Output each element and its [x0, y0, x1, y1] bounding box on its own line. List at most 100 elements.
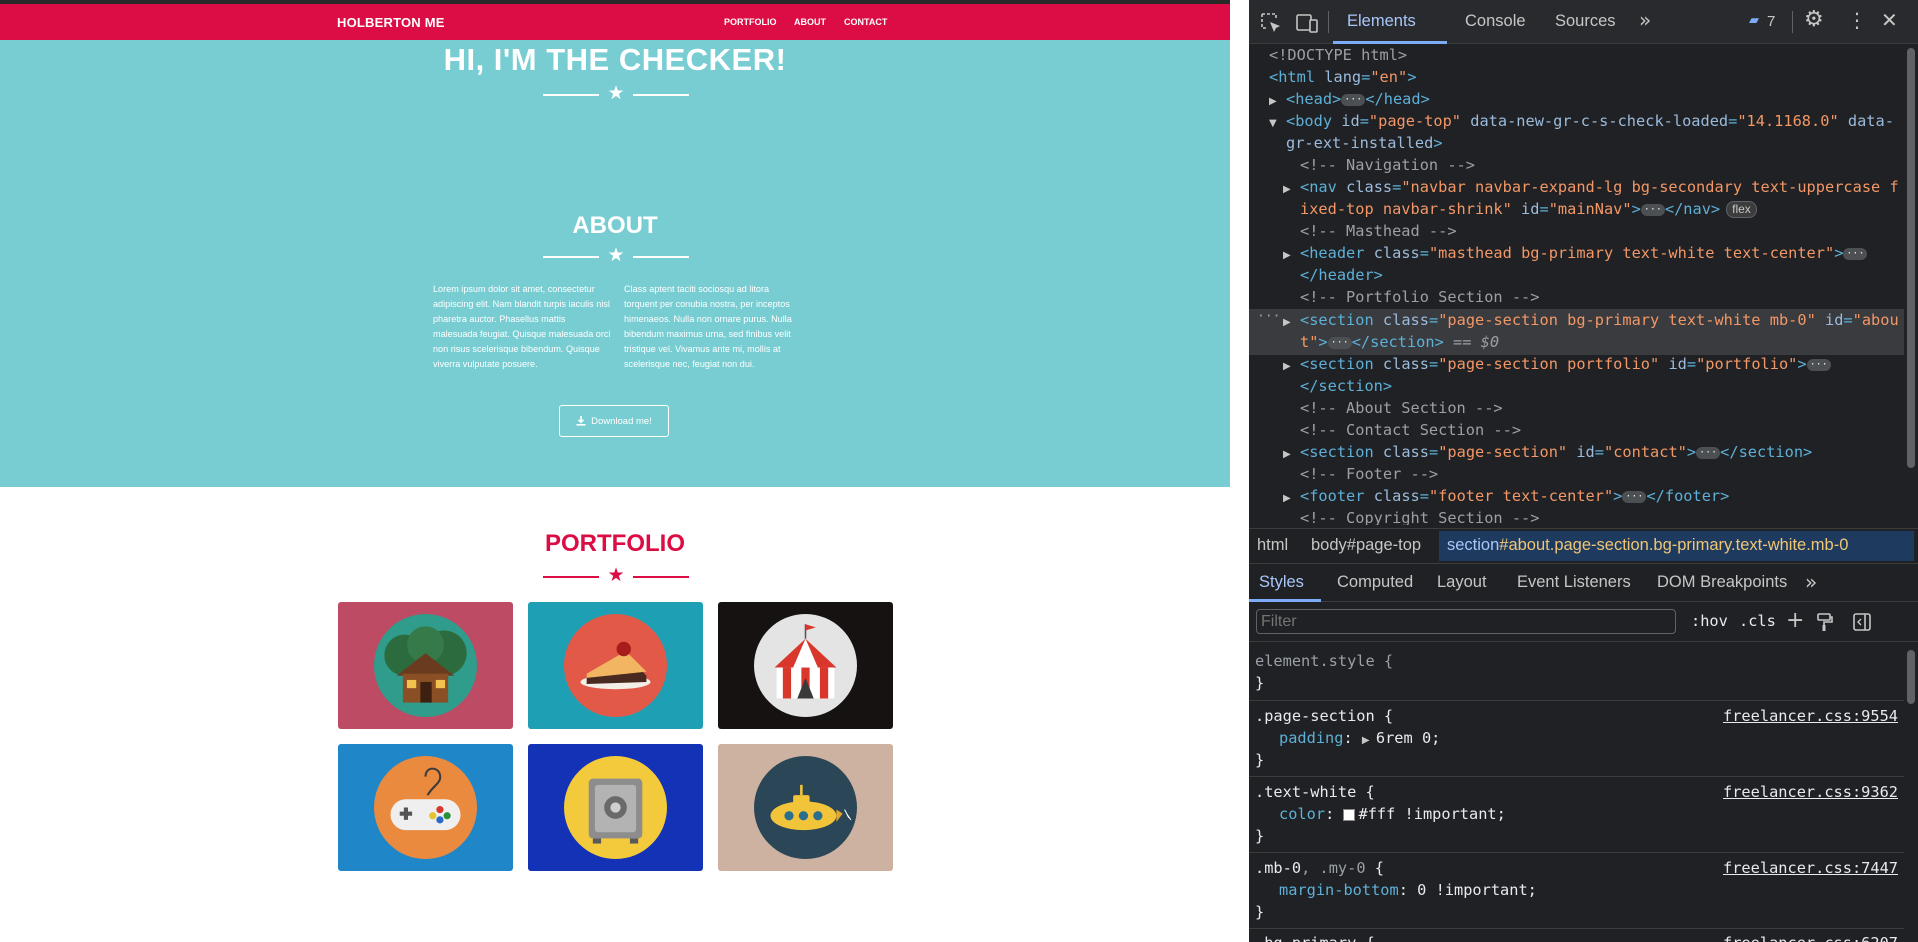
dom-line-doctype[interactable]: <!DOCTYPE html>	[1249, 44, 1904, 66]
rule-source-link[interactable]: freelancer.css:9554	[1723, 705, 1898, 727]
about-section: HI, I'M THE CHECKER! ★ ABOUT ★ Lorem ips…	[0, 40, 1230, 487]
dom-line-header-close[interactable]: </header>	[1249, 264, 1904, 286]
subtab-event-listeners[interactable]: Event Listeners	[1517, 573, 1631, 592]
portfolio-item-cabin[interactable]	[338, 602, 513, 729]
styles-pane-scrollbar-thumb[interactable]	[1907, 650, 1915, 704]
color-swatch[interactable]	[1343, 808, 1356, 821]
rule-bg-primary-selector[interactable]: .bg-primary {	[1255, 932, 1375, 942]
sidebar-toggle-icon[interactable]	[1852, 612, 1872, 632]
dom-line-head[interactable]: ▶ <head> ··· </head>	[1249, 88, 1904, 110]
dom-line-header[interactable]: ▶ <header class="masthead bg-primary text…	[1249, 242, 1904, 264]
ellipsis-icon[interactable]: ···	[1640, 203, 1665, 216]
rule-mb-0-selector[interactable]: .mb-0, .my-0 {	[1255, 857, 1384, 879]
dom-line-section-portfolio-close[interactable]: </section>	[1249, 375, 1904, 397]
close-icon[interactable]: ✕	[1881, 8, 1898, 32]
dom-comment-contact[interactable]: <!-- Contact Section -->	[1249, 419, 1904, 441]
dom-line-footer[interactable]: ▶ <footer class="footer text-center"> ··· <…	[1249, 485, 1904, 507]
gear-icon[interactable]: ⚙	[1804, 7, 1824, 32]
dom-line-body-cont[interactable]: gr-ext-installed>	[1249, 132, 1904, 154]
rule-element-style[interactable]: element.style {	[1255, 650, 1393, 672]
styles-pane-scrollbar[interactable]	[1904, 642, 1918, 942]
breadcrumb-section-about[interactable]: section#about.page-section.bg-primary.te…	[1447, 536, 1848, 555]
portfolio-item-submarine[interactable]	[718, 744, 893, 871]
tab-console[interactable]: Console	[1465, 12, 1526, 31]
expand-triangle-icon[interactable]: ▶	[1362, 730, 1376, 752]
more-vertical-icon[interactable]: ⋮	[1847, 8, 1867, 32]
double-chevron-right-icon[interactable]: »	[1639, 8, 1651, 32]
subtab-styles[interactable]: Styles	[1259, 573, 1304, 592]
double-chevron-right-icon[interactable]: »	[1805, 570, 1817, 594]
rule-source-link[interactable]: freelancer.css:7447	[1723, 857, 1898, 879]
star-icon: ★	[607, 565, 625, 586]
rule-declaration-padding[interactable]: padding: ▶ 6rem 0;	[1279, 727, 1440, 749]
breadcrumb: html body#page-top section#about.page-se…	[1249, 528, 1918, 564]
breadcrumb-html[interactable]: html	[1257, 536, 1288, 555]
tab-sources[interactable]: Sources	[1555, 12, 1616, 31]
dom-line-section-about-cont[interactable]: t"> ··· </section> == $0	[1249, 331, 1904, 353]
subtab-layout[interactable]: Layout	[1437, 573, 1487, 592]
rule-page-section-selector[interactable]: .page-section {	[1255, 705, 1393, 727]
dom-comment-copyright[interactable]: <!-- Copyright Section -->	[1249, 507, 1904, 525]
navbar: HOLBERTON ME PORTFOLIO ABOUT CONTACT	[0, 4, 1230, 40]
rule-source-link[interactable]: freelancer.css:6207	[1723, 932, 1898, 942]
breadcrumb-body[interactable]: body#page-top	[1311, 536, 1421, 555]
rule-declaration-color[interactable]: color: #fff !important;	[1279, 803, 1506, 825]
rule-source-link[interactable]: freelancer.css:9362	[1723, 781, 1898, 803]
dom-line-body[interactable]: ▼ <body id="page-top" data-new-gr-c-s-che…	[1249, 110, 1904, 132]
hov-toggle[interactable]: :hov	[1691, 612, 1728, 630]
brand-link[interactable]: HOLBERTON ME	[337, 15, 445, 30]
flex-badge[interactable]: flex	[1726, 201, 1757, 218]
dom-tree-scrollbar[interactable]	[1904, 44, 1918, 525]
download-button[interactable]: Download me!	[559, 405, 669, 437]
rule-text-white-selector[interactable]: .text-white {	[1255, 781, 1375, 803]
cake-icon	[564, 614, 667, 717]
star-icon: ★	[607, 83, 625, 104]
nav-link-contact[interactable]: CONTACT	[844, 17, 887, 27]
subtab-dom-breakpoints[interactable]: DOM Breakpoints	[1657, 573, 1787, 592]
dom-tree: <!DOCTYPE html> <html lang="en"> ▶ <head>…	[1249, 44, 1904, 525]
issues-icon[interactable]: ▰	[1749, 13, 1759, 28]
add-rule-icon[interactable]: +	[1786, 608, 1804, 633]
issues-count[interactable]: 7	[1767, 13, 1775, 30]
dom-line-section-about[interactable]: ▶ <section class="page-section bg-primary…	[1249, 309, 1904, 331]
ellipsis-icon[interactable]: ···	[1806, 358, 1831, 371]
dom-comment-portfolio[interactable]: <!-- Portfolio Section -->	[1249, 286, 1904, 308]
dom-comment-about[interactable]: <!-- About Section -->	[1249, 397, 1904, 419]
styles-filter-input[interactable]	[1256, 609, 1676, 634]
subtab-computed[interactable]: Computed	[1337, 573, 1413, 592]
dom-comment-masthead[interactable]: <!-- Masthead -->	[1249, 220, 1904, 242]
dom-tree-scrollbar-thumb[interactable]	[1907, 48, 1915, 468]
tab-elements[interactable]: Elements	[1347, 12, 1416, 31]
portfolio-item-game-controller[interactable]	[338, 744, 513, 871]
nav-link-about[interactable]: ABOUT	[794, 17, 826, 27]
dom-line-nav-cont[interactable]: ixed-top navbar-shrink" id="mainNav"> ···…	[1249, 198, 1904, 220]
rule-declaration-margin-bottom[interactable]: margin-bottom: 0 !important;	[1279, 879, 1537, 901]
ellipsis-icon[interactable]: ···	[1622, 490, 1647, 503]
dom-line-nav[interactable]: ▶ <nav class="navbar navbar-expand-lg bg-…	[1249, 176, 1904, 198]
dom-line-html[interactable]: <html lang="en">	[1249, 66, 1904, 88]
device-toolbar-icon[interactable]	[1295, 12, 1319, 34]
dom-line-section-contact[interactable]: ▶ <section class="page-section" id="conta…	[1249, 441, 1904, 463]
safe-icon	[564, 756, 667, 859]
hero-title: HI, I'M THE CHECKER!	[443, 42, 787, 77]
portfolio-item-circus[interactable]	[718, 602, 893, 729]
ellipsis-icon[interactable]: ···	[1843, 247, 1868, 260]
rule-close-brace: }	[1255, 903, 1265, 921]
toolbar-divider	[1792, 11, 1793, 33]
paint-brush-icon[interactable]	[1815, 612, 1835, 632]
ellipsis-icon[interactable]: ···	[1341, 93, 1366, 106]
node-options-icon[interactable]: ···	[1257, 309, 1280, 324]
ellipsis-icon[interactable]: ···	[1327, 336, 1352, 349]
cls-toggle[interactable]: .cls	[1739, 612, 1776, 630]
dom-line-section-portfolio[interactable]: ▶ <section class="page-section portfolio"…	[1249, 353, 1904, 375]
portfolio-item-safe[interactable]	[528, 744, 703, 871]
toolbar-divider	[1328, 11, 1329, 33]
nav-link-portfolio[interactable]: PORTFOLIO	[724, 17, 777, 27]
dom-comment-navigation[interactable]: <!-- Navigation -->	[1249, 154, 1904, 176]
download-label: Download me!	[591, 415, 652, 427]
portfolio-item-cake[interactable]	[528, 602, 703, 729]
rule-separator	[1249, 700, 1904, 701]
ellipsis-icon[interactable]: ···	[1696, 446, 1721, 459]
inspect-element-icon[interactable]	[1260, 12, 1282, 34]
dom-comment-footer[interactable]: <!-- Footer -->	[1249, 463, 1904, 485]
